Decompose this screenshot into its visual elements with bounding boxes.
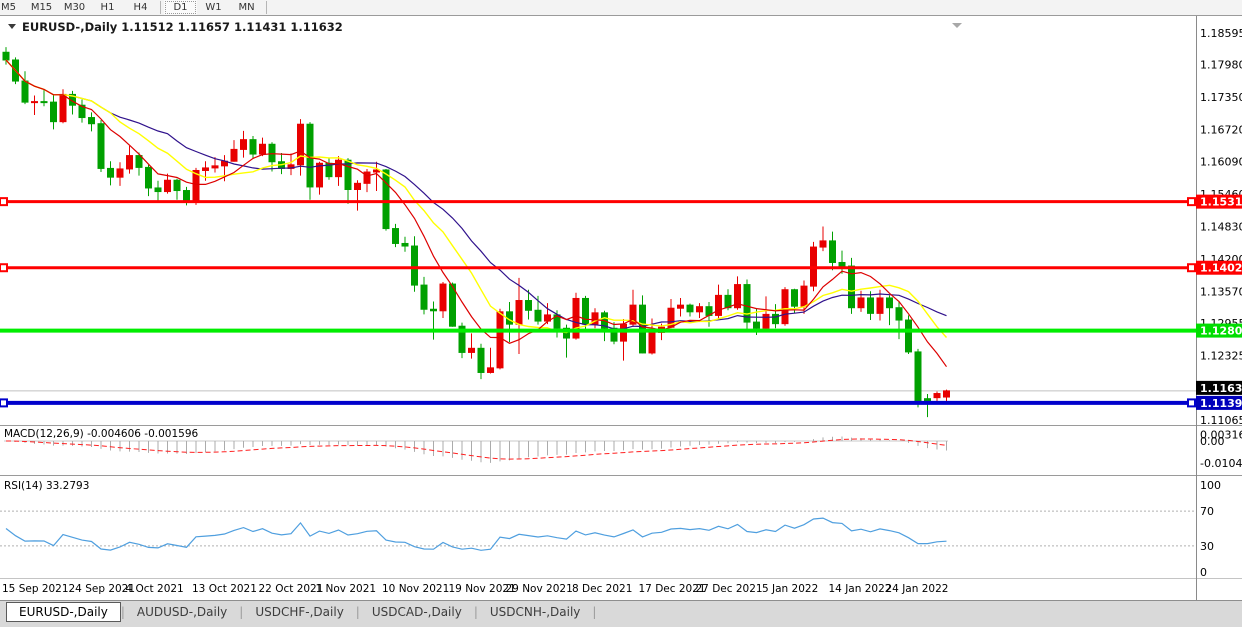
svg-text:8 Dec 2021: 8 Dec 2021 <box>572 583 632 595</box>
macd-label: MACD(12,26,9) -0.004606 -0.001596 <box>4 428 199 440</box>
tab-separator: | <box>592 605 596 619</box>
svg-text:100: 100 <box>1200 479 1221 492</box>
svg-text:-0.010433: -0.010433 <box>1200 457 1242 470</box>
chart-canvas[interactable]: EURUSD-,Daily 1.11512 1.11657 1.11431 1.… <box>0 0 1242 600</box>
svg-text:1 Nov 2021: 1 Nov 2021 <box>316 583 377 595</box>
rsi-label: RSI(14) 33.2793 <box>4 480 89 492</box>
svg-text:0: 0 <box>1200 566 1207 579</box>
symbol-tab-usdcad[interactable]: USDCAD-,Daily <box>360 603 474 621</box>
symbol-tab-usdchf[interactable]: USDCHF-,Daily <box>243 603 355 621</box>
chart-title: EURUSD-,Daily 1.11512 1.11657 1.11431 1.… <box>22 20 343 34</box>
svg-text:1.11632: 1.11632 <box>1200 382 1242 395</box>
svg-text:14 Jan 2022: 14 Jan 2022 <box>829 583 892 595</box>
symbol-tab-eurusd[interactable]: EURUSD-,Daily <box>6 602 121 622</box>
svg-text:1.13570: 1.13570 <box>1200 285 1242 298</box>
line-handle[interactable] <box>0 198 7 205</box>
svg-text:10 Nov 2021: 10 Nov 2021 <box>382 583 449 595</box>
svg-text:1.14830: 1.14830 <box>1200 221 1242 234</box>
svg-text:1.14028: 1.14028 <box>1200 262 1242 275</box>
symbol-tab-bar: EURUSD-,Daily|AUDUSD-,Daily|USDCHF-,Dail… <box>0 600 1242 627</box>
svg-text:4 Oct 2021: 4 Oct 2021 <box>126 583 184 595</box>
svg-text:29 Nov 2021: 29 Nov 2021 <box>506 583 573 595</box>
svg-text:27 Dec 2021: 27 Dec 2021 <box>696 583 763 595</box>
svg-text:24 Jan 2022: 24 Jan 2022 <box>886 583 949 595</box>
line-handle[interactable] <box>0 264 7 271</box>
svg-text:1.15314: 1.15314 <box>1200 196 1242 209</box>
svg-text:1.12325: 1.12325 <box>1200 349 1242 362</box>
svg-text:1.11065: 1.11065 <box>1200 414 1242 427</box>
svg-text:15 Sep 2021: 15 Sep 2021 <box>2 583 69 595</box>
svg-text:0.00: 0.00 <box>1200 435 1225 448</box>
svg-text:1.18595: 1.18595 <box>1200 27 1242 40</box>
svg-text:1.16720: 1.16720 <box>1200 123 1242 136</box>
svg-text:1.16090: 1.16090 <box>1200 156 1242 169</box>
svg-text:70: 70 <box>1200 505 1214 518</box>
svg-text:1.11398: 1.11398 <box>1200 397 1242 410</box>
svg-text:13 Oct 2021: 13 Oct 2021 <box>192 583 257 595</box>
svg-text:1.17980: 1.17980 <box>1200 59 1242 72</box>
line-handle[interactable] <box>1188 198 1195 205</box>
line-handle[interactable] <box>1188 399 1195 406</box>
svg-text:1.12805: 1.12805 <box>1200 325 1242 338</box>
svg-text:5 Jan 2022: 5 Jan 2022 <box>762 583 818 595</box>
trading-terminal-window: M5M15M30H1H4D1W1MN EURUSD-,Daily 1.11512… <box>0 0 1242 627</box>
symbol-tab-usdcnh[interactable]: USDCNH-,Daily <box>478 603 593 621</box>
svg-text:30: 30 <box>1200 540 1214 553</box>
svg-text:22 Oct 2021: 22 Oct 2021 <box>259 583 324 595</box>
svg-text:1.17350: 1.17350 <box>1200 91 1242 104</box>
line-handle[interactable] <box>1188 264 1195 271</box>
line-handle[interactable] <box>0 399 7 406</box>
symbol-tab-audusd[interactable]: AUDUSD-,Daily <box>125 603 239 621</box>
